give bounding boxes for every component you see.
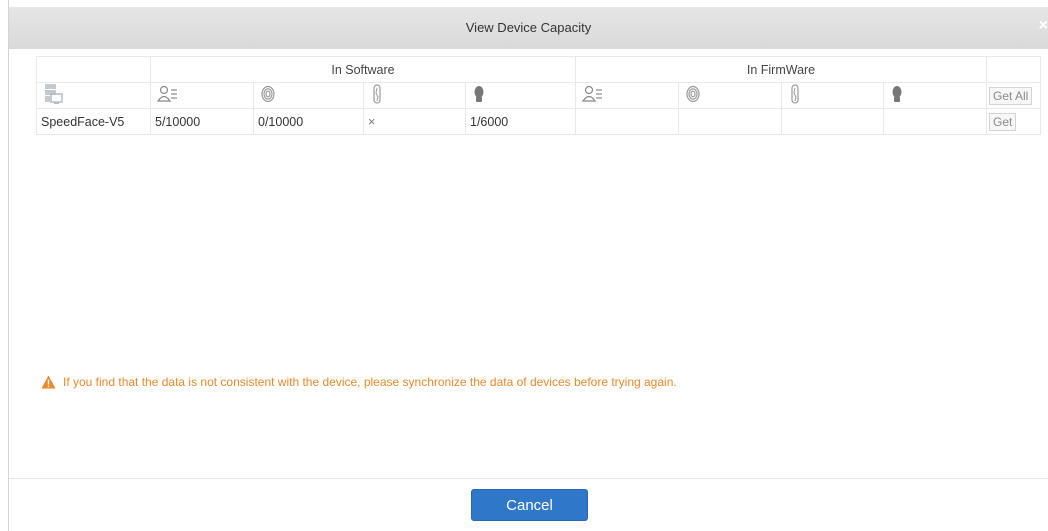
device-name-cell: SpeedFace-V5 — [36, 108, 151, 135]
software-finger-vein-column-header — [363, 82, 466, 109]
warning-text: If you find that the data is not consist… — [63, 375, 677, 389]
firmware-face-count — [883, 108, 987, 135]
get-all-cell: Get All — [986, 82, 1041, 109]
user-list-icon — [156, 85, 179, 106]
icon-header-row: Get All — [36, 82, 1041, 109]
close-icon[interactable]: × — [1039, 17, 1048, 35]
group-header-row: In Software In FirmWare — [36, 56, 1041, 83]
finger-vein-icon — [788, 84, 802, 107]
view-device-capacity-dialog: View Device Capacity × In Software In Fi… — [9, 0, 1048, 531]
firmware-fingerprint-column-header — [678, 82, 782, 109]
warning-triangle-icon — [41, 375, 56, 389]
software-user-column-header — [150, 82, 254, 109]
get-all-button[interactable]: Get All — [989, 86, 1033, 105]
firmware-fingerprint-count — [678, 108, 782, 135]
device-column-header — [36, 82, 151, 109]
firmware-face-column-header — [883, 82, 987, 109]
in-firmware-header: In FirmWare — [575, 56, 987, 83]
capacity-table: In Software In FirmWare Get All SpeedFac… — [36, 56, 1041, 135]
dialog-title-bar: View Device Capacity × — [9, 7, 1048, 49]
footer-divider — [9, 478, 1048, 479]
get-button[interactable]: Get — [989, 112, 1017, 131]
finger-vein-icon — [370, 84, 384, 107]
software-fingerprint-count: 0/10000 — [253, 108, 364, 135]
empty-header-cell — [36, 56, 151, 83]
face-icon — [890, 86, 904, 106]
face-icon — [472, 86, 486, 106]
fingerprint-icon — [685, 85, 701, 106]
device-icon — [43, 84, 65, 108]
firmware-user-column-header — [575, 82, 679, 109]
dialog-title: View Device Capacity — [465, 20, 592, 35]
warning-message: If you find that the data is not consist… — [41, 375, 677, 389]
firmware-finger-vein-column-header — [781, 82, 884, 109]
software-face-column-header — [465, 82, 576, 109]
firmware-finger-vein-count — [781, 108, 884, 135]
software-user-count: 5/10000 — [150, 108, 254, 135]
in-software-header: In Software — [150, 56, 576, 83]
firmware-user-count — [575, 108, 679, 135]
user-list-icon — [581, 85, 604, 106]
cancel-button[interactable]: Cancel — [471, 489, 588, 521]
software-fingerprint-column-header — [253, 82, 364, 109]
table-row: SpeedFace-V5 5/10000 0/10000 × 1/6000 Ge… — [36, 108, 1041, 135]
fingerprint-icon — [260, 85, 276, 106]
software-finger-vein-unsupported: × — [363, 108, 466, 135]
software-face-count: 1/6000 — [465, 108, 576, 135]
empty-header-cell — [986, 56, 1041, 83]
get-cell: Get — [986, 108, 1041, 135]
